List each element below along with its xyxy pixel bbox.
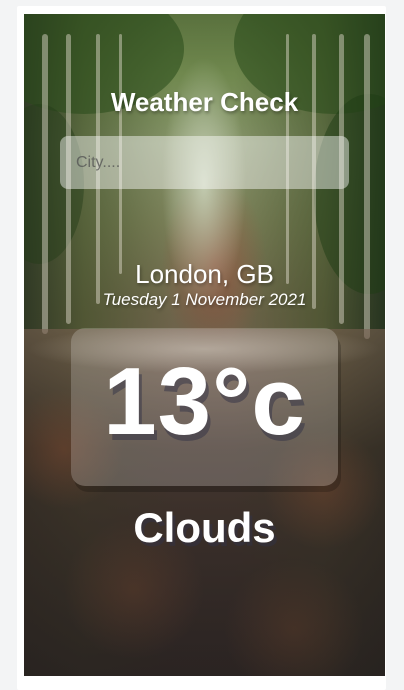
current-date: Tuesday 1 November 2021 [102, 290, 307, 309]
weather-app: Weather Check London, GB Tuesday 1 Novem… [24, 14, 385, 676]
app-title: Weather Check [110, 87, 299, 117]
weather-condition: Clouds [133, 504, 276, 551]
location-name: London, GB [135, 259, 274, 289]
city-search-input[interactable] [60, 136, 349, 189]
temperature-value: 13°c [103, 348, 306, 455]
temperature-card: 13°c [71, 328, 338, 486]
